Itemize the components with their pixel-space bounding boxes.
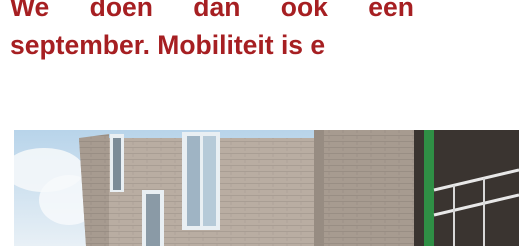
window-pane [113,138,121,190]
brick-column [314,130,414,246]
article-page: We doen dan ook een september. Mobilitei… [0,0,519,246]
window-pane [203,136,216,226]
window-pane [146,194,160,246]
green-post [424,130,434,246]
brick-building-photo [14,130,519,246]
text-line-1: We doen dan ook een [10,0,414,22]
text-line-2: september. Mobiliteit is e [10,30,326,60]
window-pane [187,136,200,226]
column-edge [314,130,324,246]
article-text: We doen dan ook een september. Mobilitei… [10,0,519,64]
building-image [14,130,519,246]
